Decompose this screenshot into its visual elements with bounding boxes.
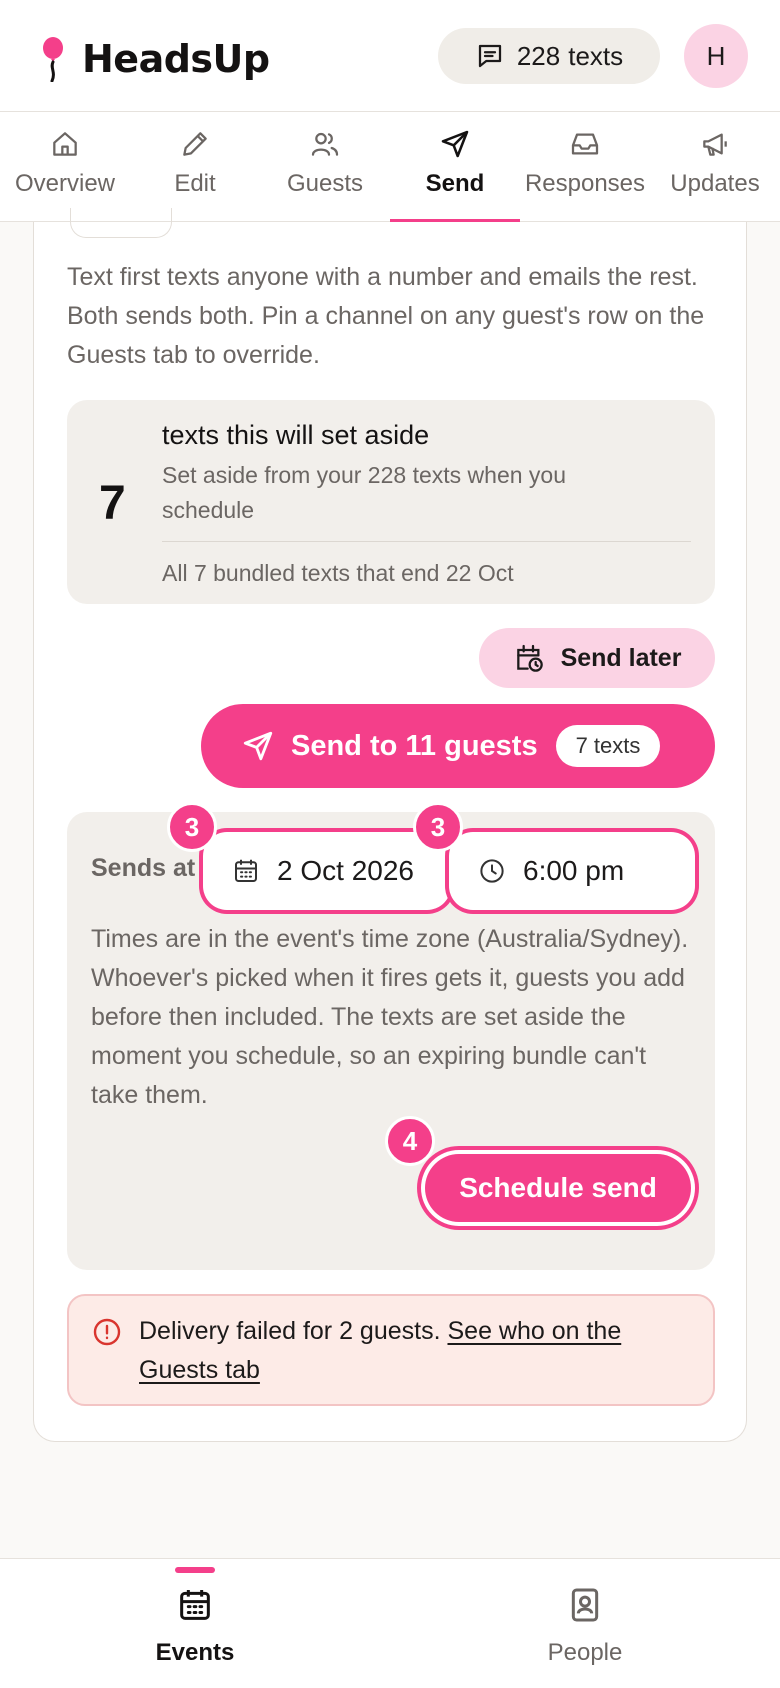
send-later-label: Send later bbox=[560, 643, 682, 672]
credits-label: texts bbox=[568, 40, 624, 71]
divider bbox=[162, 541, 691, 542]
event-tab-bar: Overview Edit Guests Send Responses Upda… bbox=[0, 112, 780, 223]
send-icon bbox=[441, 130, 469, 158]
app-header: HeadsUp 228 texts H bbox=[0, 0, 780, 112]
reserve-bundle-note: All 7 bundled texts that end 22 Oct bbox=[162, 560, 514, 586]
credits-count: 228 bbox=[516, 40, 561, 71]
clock-icon bbox=[480, 859, 504, 883]
step-badge: 3 bbox=[167, 802, 217, 852]
reserve-count: 7 bbox=[99, 477, 126, 530]
reserve-title: texts this will set aside bbox=[162, 420, 430, 450]
step-badge: 3 bbox=[413, 802, 463, 852]
home-icon bbox=[53, 132, 77, 156]
alert-message: Delivery failed for 2 guests. See who on… bbox=[139, 1312, 699, 1390]
inbox-icon bbox=[571, 133, 599, 155]
send-later-button[interactable]: Send later bbox=[479, 628, 715, 688]
tab-label: Responses bbox=[524, 170, 646, 197]
tab-edit[interactable]: Edit bbox=[130, 112, 260, 222]
alert-circle-icon bbox=[93, 1318, 121, 1346]
bottom-nav: Events People bbox=[0, 1558, 780, 1688]
message-icon bbox=[478, 44, 501, 68]
date-picker[interactable]: 2 Oct 2026 bbox=[207, 836, 447, 906]
nav-events[interactable]: Events bbox=[0, 1559, 390, 1688]
send-icon bbox=[243, 731, 273, 761]
app-name: HeadsUp bbox=[82, 37, 270, 81]
tab-overview[interactable]: Overview bbox=[0, 112, 130, 222]
nav-people[interactable]: People bbox=[390, 1559, 780, 1688]
date-value: 2 Oct 2026 bbox=[277, 855, 414, 886]
channel-chip-stub bbox=[70, 208, 172, 238]
calendar-icon bbox=[235, 859, 257, 882]
megaphone-icon bbox=[703, 133, 727, 156]
calendar-clock-icon bbox=[516, 644, 543, 672]
channel-explainer: Text first texts anyone with a number an… bbox=[67, 263, 705, 369]
tab-guests[interactable]: Guests bbox=[260, 112, 390, 222]
step-badge: 4 bbox=[385, 1116, 435, 1166]
tab-label: Guests bbox=[286, 170, 364, 197]
time-value: 6:00 pm bbox=[523, 855, 625, 886]
tab-updates[interactable]: Updates bbox=[650, 112, 780, 222]
app-logo[interactable]: HeadsUp bbox=[38, 36, 270, 82]
nav-label: People bbox=[547, 1639, 623, 1666]
balloon-logo-icon bbox=[43, 37, 63, 82]
tab-label: Overview bbox=[14, 170, 116, 197]
send-now-button[interactable]: Send to 11 guests 7 texts bbox=[201, 704, 715, 788]
tab-label: Edit bbox=[174, 170, 216, 197]
send-card: Text first texts anyone with a number an… bbox=[33, 208, 747, 1442]
schedule-panel: Sends at 2 Oct 2026 3 6:00 pm 3 Times ar… bbox=[67, 802, 715, 1270]
calendar-icon bbox=[180, 1590, 210, 1620]
send-now-label: Send to 11 guests bbox=[291, 729, 538, 762]
tab-label: Updates bbox=[670, 170, 760, 197]
pencil-icon bbox=[183, 132, 207, 156]
schedule-send-button[interactable]: Schedule send bbox=[425, 1154, 691, 1222]
reserve-subtitle: Set aside from your 228 texts when you s… bbox=[162, 462, 566, 523]
delivery-failed-alert: Delivery failed for 2 guests. See who on… bbox=[67, 1294, 715, 1406]
tab-responses[interactable]: Responses bbox=[520, 112, 650, 222]
sends-at-label: Sends at bbox=[91, 854, 196, 882]
nav-label: Events bbox=[155, 1639, 235, 1666]
timezone-note: Times are in the event's time zone (Aust… bbox=[91, 925, 689, 1109]
text-credits-badge[interactable]: 228 texts bbox=[438, 28, 660, 84]
texts-reserve-summary: 7 texts this will set aside Set aside fr… bbox=[67, 400, 715, 604]
alert-text: Delivery failed for 2 guests. bbox=[139, 1317, 441, 1345]
text-cost-pill: 7 texts bbox=[555, 725, 661, 767]
time-picker[interactable]: 6:00 pm bbox=[453, 836, 691, 906]
contact-icon bbox=[571, 1588, 599, 1622]
users-icon bbox=[311, 132, 339, 156]
user-avatar[interactable]: H bbox=[684, 24, 748, 88]
tab-send[interactable]: Send bbox=[390, 112, 520, 223]
tab-label: Send bbox=[425, 170, 485, 197]
